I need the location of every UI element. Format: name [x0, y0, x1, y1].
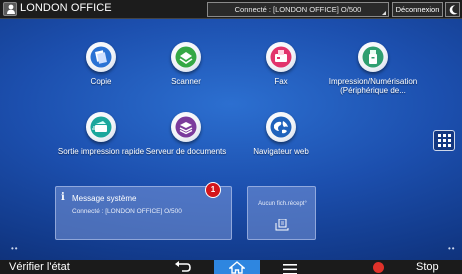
scanner-icon — [171, 42, 201, 72]
info-icon: i — [61, 192, 65, 203]
app-web-browser[interactable]: Navigateur web — [226, 112, 336, 156]
connection-status-field[interactable]: Connecté : [LONDON OFFICE] O/500 — [207, 2, 389, 17]
app-label: Navigateur web — [253, 147, 309, 156]
user-button[interactable] — [3, 2, 17, 16]
app-label: Serveur de documents — [145, 147, 227, 156]
home-button[interactable] — [214, 260, 260, 274]
back-button[interactable] — [172, 261, 194, 274]
app-scanner[interactable]: Scanner — [131, 42, 241, 86]
fax-icon — [266, 42, 296, 72]
app-title: LONDON OFFICE — [20, 2, 112, 14]
fax-document-icon — [275, 219, 289, 231]
app-print-scan[interactable]: Impression/Numérisation (Périphérique de… — [315, 42, 431, 95]
fax-received-widget[interactable]: Aucun fich.récept° — [247, 186, 316, 240]
moon-icon — [449, 5, 458, 15]
app-label: Scanner — [171, 77, 201, 86]
home-screen: LONDON OFFICE Connecté : [LONDON OFFICE]… — [0, 0, 462, 274]
usb-icon — [358, 42, 388, 72]
energy-saver-button[interactable] — [445, 2, 460, 17]
page-indicator-right: •• — [448, 244, 456, 253]
stop-icon — [373, 262, 384, 273]
stop-label: Stop — [416, 261, 439, 273]
logout-button[interactable]: Déconnexion — [392, 2, 443, 17]
copy-icon — [86, 42, 116, 72]
user-icon — [7, 4, 15, 14]
notification-badge: 1 — [205, 182, 221, 198]
fax-received-text: Aucun fich.récept° — [258, 201, 307, 207]
quick-print-icon — [86, 112, 116, 142]
app-document-server[interactable]: Serveur de documents — [131, 112, 241, 156]
app-list-button[interactable] — [433, 130, 455, 151]
app-label: Impression/Numérisation (Périphérique de… — [328, 77, 418, 95]
back-arrow-icon — [175, 261, 191, 272]
system-message-title: Message système — [72, 194, 137, 203]
page-indicator-left: •• — [11, 244, 19, 253]
connection-status-text: Connecté : [LONDON OFFICE] O/500 — [234, 5, 362, 14]
check-status-button[interactable]: Vérifier l'état — [9, 261, 70, 273]
expand-corner-icon — [382, 11, 386, 15]
system-message-text: Connecté : [LONDON OFFICE] O/500 — [72, 208, 182, 215]
menu-icon — [283, 264, 297, 274]
home-icon — [229, 261, 245, 274]
menu-button[interactable] — [283, 262, 297, 274]
top-bar: LONDON OFFICE Connecté : [LONDON OFFICE]… — [0, 0, 462, 19]
globe-icon — [266, 112, 296, 142]
document-server-icon — [171, 112, 201, 142]
grid-icon — [438, 134, 451, 147]
stop-button[interactable]: Stop — [367, 260, 462, 274]
bottom-bar: Vérifier l'état Stop — [0, 260, 462, 274]
